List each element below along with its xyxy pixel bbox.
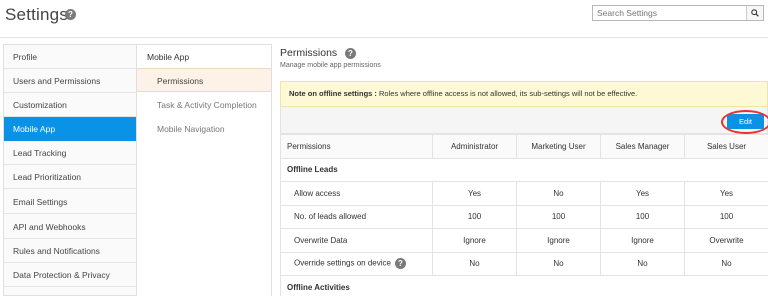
sidebar-item-mobile-app[interactable]: Mobile App <box>4 117 136 141</box>
main-content: Permissions ? Manage mobile app permissi… <box>272 44 768 296</box>
submenu-item-mobile-navigation[interactable]: Mobile Navigation <box>137 117 271 141</box>
note-label: Note on offline settings : <box>289 89 377 98</box>
sidebar-item-rules-and-notifications[interactable]: Rules and Notifications <box>4 239 136 263</box>
search-box <box>592 5 764 21</box>
search-button[interactable] <box>746 6 763 20</box>
sidebar-item-customization[interactable]: Customization <box>4 93 136 117</box>
table-cell: Ignore <box>600 228 685 253</box>
table-cell: Ignore <box>516 228 601 253</box>
settings-header: Settings ? <box>0 0 768 38</box>
table-row: Allow access Yes No Yes Yes <box>280 181 768 206</box>
sidebar-item-lead-prioritization[interactable]: Lead Prioritization <box>4 165 136 189</box>
note-text: Roles where offline access is not allowe… <box>379 89 638 98</box>
section-title: Permissions <box>280 47 338 59</box>
row-label: Allow access <box>280 181 433 206</box>
help-icon[interactable]: ? <box>65 9 76 20</box>
table-cell: 100 <box>600 204 685 229</box>
column-header: Marketing User <box>516 134 601 159</box>
sidebar-item-lead-tracking[interactable]: Lead Tracking <box>4 141 136 165</box>
row-label: Override settings on device <box>294 258 391 268</box>
permissions-toolbar: Edit <box>280 107 768 134</box>
sidebar-item-profile[interactable]: Profile <box>4 45 136 69</box>
help-icon[interactable]: ? <box>345 48 356 59</box>
table-cell: 100 <box>684 204 768 229</box>
table-cell: Yes <box>600 181 685 206</box>
mobile-app-submenu: Mobile App Permissions Task & Activity C… <box>137 44 272 296</box>
table-cell: 100 <box>516 204 601 229</box>
column-header: Permissions <box>280 134 433 159</box>
row-label: No. of leads allowed <box>280 204 433 229</box>
sidebar-item-users-and-permissions[interactable]: Users and Permissions <box>4 69 136 93</box>
search-input[interactable] <box>593 6 746 20</box>
sidebar-item-api-and-webhooks[interactable]: API and Webhooks <box>4 215 136 239</box>
table-cell: Yes <box>684 181 768 206</box>
edit-button[interactable]: Edit <box>727 114 764 129</box>
column-header: Sales Manager <box>600 134 685 159</box>
settings-sidebar: Profile Users and Permissions Customizat… <box>3 44 137 296</box>
sidebar-item-data-protection-privacy[interactable]: Data Protection & Privacy <box>4 263 136 287</box>
table-header-row: Permissions Administrator Marketing User… <box>280 134 768 159</box>
column-header: Sales User <box>684 134 768 159</box>
submenu-item-permissions[interactable]: Permissions <box>137 68 271 92</box>
table-cell: No <box>516 251 601 276</box>
table-cell: No <box>516 181 601 206</box>
table-group-row: Offline Activities <box>280 275 768 296</box>
page-title: Settings <box>5 5 69 24</box>
column-header: Administrator <box>432 134 517 159</box>
row-label: Overwrite Data <box>280 228 433 253</box>
table-cell: No <box>432 251 517 276</box>
sidebar-item-email-settings[interactable]: Email Settings <box>4 190 136 214</box>
table-row: Override settings on device? No No No No <box>280 251 768 276</box>
group-label: Offline Leads <box>280 157 768 182</box>
group-label: Offline Activities <box>280 275 768 296</box>
table-cell: No <box>684 251 768 276</box>
submenu-item-task-activity-completion[interactable]: Task & Activity Completion <box>137 93 271 117</box>
help-icon[interactable]: ? <box>394 258 406 270</box>
submenu-header: Mobile App <box>147 52 190 62</box>
permissions-table: Permissions Administrator Marketing User… <box>280 134 768 296</box>
table-row: No. of leads allowed 100 100 100 100 <box>280 204 768 229</box>
table-cell: No <box>600 251 685 276</box>
table-cell: Overwrite <box>684 228 768 253</box>
table-group-row: Offline Leads <box>280 157 768 182</box>
offline-settings-note: Note on offline settings : Roles where o… <box>280 81 768 107</box>
table-cell: Ignore <box>432 228 517 253</box>
search-icon <box>751 9 759 17</box>
table-cell: 100 <box>432 204 517 229</box>
table-cell: Yes <box>432 181 517 206</box>
row-label-cell: Override settings on device? <box>280 251 433 276</box>
section-subtitle: Manage mobile app permissions <box>280 62 381 69</box>
table-row: Overwrite Data Ignore Ignore Ignore Over… <box>280 228 768 253</box>
